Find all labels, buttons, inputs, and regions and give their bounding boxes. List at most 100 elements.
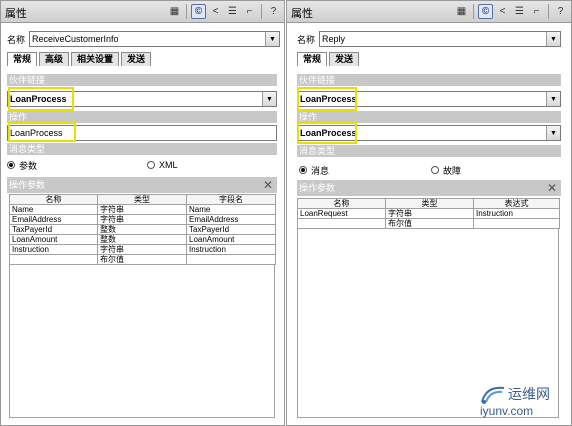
radio-button[interactable] <box>299 166 307 174</box>
table-cell[interactable]: 布尔值 <box>385 218 474 229</box>
radio-params-label: 参数 <box>19 160 38 171</box>
table-row[interactable]: EmailAddress 字符串 EmailAddress <box>9 214 276 225</box>
params-table: 名称 类型 字段名 Name 字符串 Name EmailAddress 字符串… <box>9 194 276 265</box>
table-cell[interactable]: Name <box>9 204 98 215</box>
table-row[interactable]: Name 字符串 Name <box>9 204 276 215</box>
table-row[interactable]: LoanAmount 整数 LoanAmount <box>9 234 276 245</box>
operation-value: LoanProcess <box>10 128 63 138</box>
radio-message-option[interactable]: 消息 <box>299 163 329 177</box>
partner-link-label: 伙伴链接 <box>297 74 561 86</box>
tab-advanced[interactable]: 高级 <box>39 52 70 66</box>
circle-c-icon[interactable]: © <box>191 4 206 19</box>
table-cell[interactable]: Instruction <box>9 244 98 255</box>
circle-c-icon[interactable]: © <box>478 4 493 19</box>
calendar-icon[interactable]: ▦ <box>454 4 469 19</box>
watermark-cn-text: 运维网 <box>508 387 550 403</box>
table-cell[interactable]: LoanAmount <box>186 234 276 245</box>
name-row: 名称 ReceiveCustomerInfo ▼ <box>7 31 280 47</box>
close-icon[interactable]: ✕ <box>547 180 557 196</box>
column-header[interactable]: 类型 <box>97 194 187 205</box>
share-icon[interactable]: < <box>208 4 223 19</box>
close-icon[interactable]: ✕ <box>263 177 273 193</box>
chevron-down-icon[interactable]: ▼ <box>546 92 560 106</box>
radio-fault-option[interactable]: 故障 <box>431 163 461 177</box>
name-value: ReceiveCustomerInfo <box>32 34 119 44</box>
calendar-icon[interactable]: ▦ <box>167 4 182 19</box>
chevron-down-icon[interactable]: ▼ <box>546 126 560 140</box>
message-type-label: 消息类型 <box>297 145 561 157</box>
tab-general[interactable]: 常规 <box>297 52 328 66</box>
panel-titlebar: 属性 ▦ © < ☰ ⌐ ? <box>1 1 284 23</box>
table-cell[interactable]: TaxPayerId <box>9 224 98 235</box>
table-cell[interactable]: EmailAddress <box>186 214 276 225</box>
table-cell[interactable]: 字符串 <box>97 244 187 255</box>
table-row[interactable]: LoanRequest 字符串 Instruction <box>297 208 560 219</box>
toolbar-separator <box>261 4 262 19</box>
table-row[interactable]: 布尔值 <box>9 254 276 265</box>
table-cell[interactable]: Instruction <box>473 208 560 219</box>
partner-link-combo[interactable]: LoanProcess ▼ <box>7 91 277 107</box>
properties-panel-right: 属性 ▦ © < ☰ ⌐ ? 名称 Reply ▼ 常规 发送 伙伴链接 Loa… <box>286 0 572 426</box>
column-header[interactable]: 字段名 <box>186 194 276 205</box>
pin-icon[interactable]: ⌐ <box>529 4 544 19</box>
table-cell[interactable]: Instruction <box>186 244 276 255</box>
toolbar-separator <box>473 4 474 19</box>
list-icon[interactable]: ☰ <box>225 4 240 19</box>
column-header[interactable]: 类型 <box>385 198 474 209</box>
radio-button[interactable] <box>147 161 155 169</box>
table-cell[interactable]: TaxPayerId <box>186 224 276 235</box>
table-cell[interactable]: EmailAddress <box>9 214 98 225</box>
partner-link-label: 伙伴链接 <box>7 74 277 86</box>
table-cell[interactable]: LoanRequest <box>297 208 386 219</box>
name-combo[interactable]: ReceiveCustomerInfo ▼ <box>29 31 280 47</box>
radio-fault-label: 故障 <box>443 165 462 176</box>
chevron-down-icon[interactable]: ▼ <box>546 32 560 46</box>
column-header[interactable]: 表达式 <box>473 198 560 209</box>
help-icon[interactable]: ? <box>553 4 568 19</box>
tab-send[interactable]: 发送 <box>121 52 152 66</box>
tab-send[interactable]: 发送 <box>329 52 360 66</box>
radio-button[interactable] <box>431 166 439 174</box>
share-icon[interactable]: < <box>495 4 510 19</box>
table-cell[interactable]: 字符串 <box>97 204 187 215</box>
panel-title: 属性 <box>291 8 313 20</box>
params-header: 操作参数 ✕ <box>7 177 277 193</box>
radio-xml-option[interactable]: XML <box>147 158 178 172</box>
chevron-down-icon[interactable]: ▼ <box>265 32 279 46</box>
table-row[interactable]: Instruction 字符串 Instruction <box>9 244 276 255</box>
table-cell[interactable] <box>297 218 386 229</box>
radio-button[interactable] <box>7 161 15 169</box>
properties-panel-left: 属性 ▦ © < ☰ ⌐ ? 名称 ReceiveCustomerInfo ▼ … <box>0 0 285 426</box>
table-cell[interactable]: 字符串 <box>385 208 474 219</box>
table-cell[interactable] <box>473 218 560 229</box>
operation-field[interactable]: LoanProcess <box>7 125 277 141</box>
table-cell[interactable]: 整数 <box>97 224 187 235</box>
list-icon[interactable]: ☰ <box>512 4 527 19</box>
partner-link-combo[interactable]: LoanProcess ▼ <box>297 91 561 107</box>
help-icon[interactable]: ? <box>266 4 281 19</box>
operation-combo[interactable]: LoanProcess ▼ <box>297 125 561 141</box>
toolbar-separator <box>186 4 187 19</box>
operation-label: 操作 <box>7 111 277 123</box>
name-combo[interactable]: Reply ▼ <box>319 31 561 47</box>
tab-bar: 常规 高级 相关设置 发送 <box>7 52 153 66</box>
table-header-row: 名称 类型 字段名 <box>9 194 276 205</box>
column-header[interactable]: 名称 <box>297 198 386 209</box>
table-row[interactable]: 布尔值 <box>297 218 560 229</box>
table-cell[interactable] <box>9 254 98 265</box>
radio-params-option[interactable]: 参数 <box>7 158 37 172</box>
pin-icon[interactable]: ⌐ <box>242 4 257 19</box>
table-cell[interactable]: 字符串 <box>97 214 187 225</box>
column-header[interactable]: 名称 <box>9 194 98 205</box>
tab-correlation[interactable]: 相关设置 <box>71 52 120 66</box>
params-table: 名称 类型 表达式 LoanRequest 字符串 Instruction 布尔… <box>297 198 560 229</box>
table-cell[interactable]: 布尔值 <box>97 254 187 265</box>
table-row[interactable]: TaxPayerId 整数 TaxPayerId <box>9 224 276 235</box>
chevron-down-icon[interactable]: ▼ <box>262 92 276 106</box>
table-cell[interactable] <box>186 254 276 265</box>
table-cell[interactable]: LoanAmount <box>9 234 98 245</box>
table-cell[interactable]: 整数 <box>97 234 187 245</box>
table-cell[interactable]: Name <box>186 204 276 215</box>
tab-general[interactable]: 常规 <box>7 52 38 66</box>
partner-link-value: LoanProcess <box>300 94 357 104</box>
